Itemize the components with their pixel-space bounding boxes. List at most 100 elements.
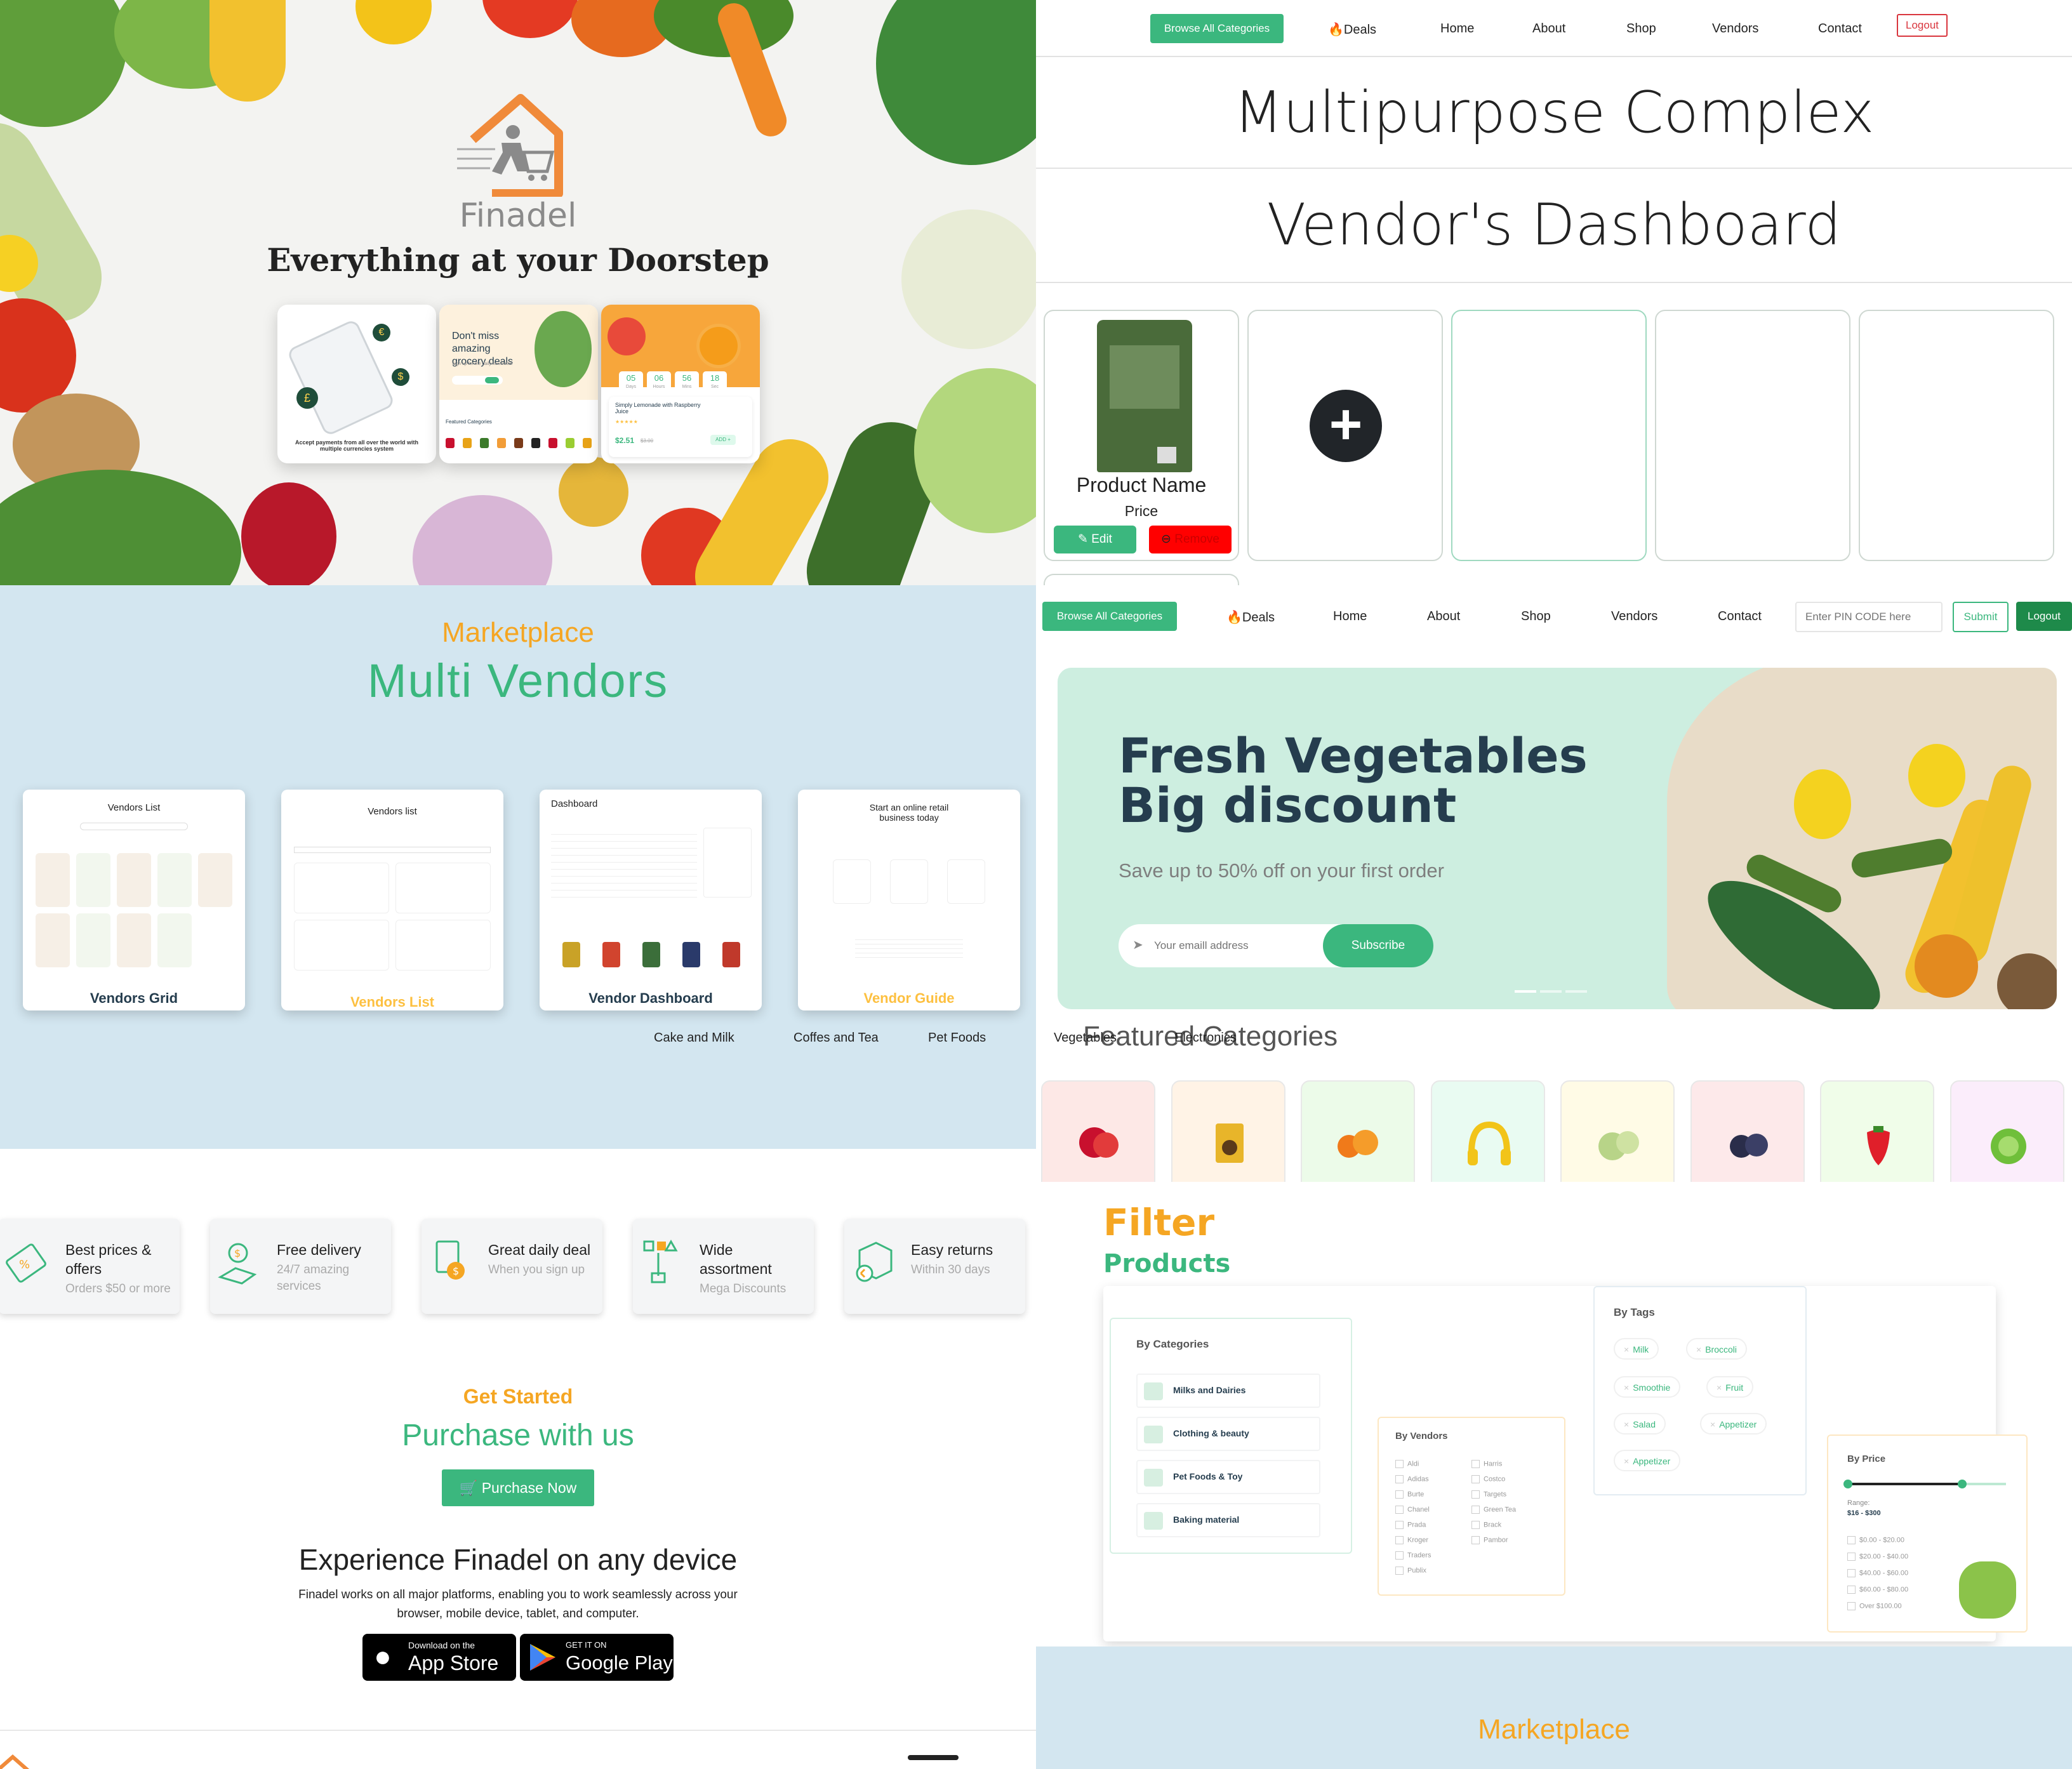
close-icon[interactable]: ×	[1624, 1382, 1629, 1393]
vendor-checkbox[interactable]: Adidas	[1395, 1475, 1429, 1483]
category-tab[interactable]: Pet Foods	[928, 1031, 986, 1045]
by-price-box: By Price Range: $16 - $300 $0.00 - $20.0…	[1827, 1434, 2028, 1633]
price-checkbox[interactable]: Over $100.00	[1847, 1602, 1902, 1610]
email-input[interactable]	[1154, 933, 1306, 958]
logout-button[interactable]: Logout	[1897, 14, 1948, 37]
close-icon[interactable]: ×	[1696, 1344, 1701, 1355]
vendor-checkbox[interactable]: Prada	[1395, 1521, 1426, 1529]
vegetable-image	[0, 0, 127, 127]
browse-categories-button[interactable]: Browse All Categories	[1150, 14, 1284, 43]
newsletter-button[interactable]	[485, 377, 499, 383]
carousel-dots[interactable]	[1515, 990, 1587, 993]
nav-home[interactable]: Home	[1440, 22, 1474, 36]
remove-button[interactable]: ⊖ Remove	[1149, 526, 1232, 553]
vendor-checkbox[interactable]: Costco	[1471, 1475, 1505, 1483]
vendor-checkbox[interactable]: Targets	[1471, 1490, 1506, 1499]
vendor-checkbox[interactable]: Green Tea	[1471, 1506, 1516, 1514]
price-slider-min-handle[interactable]	[1843, 1480, 1852, 1488]
nav-contact[interactable]: Contact	[1818, 22, 1862, 36]
category-filter-item[interactable]: Milks and Dairies	[1136, 1374, 1320, 1408]
logout-button[interactable]: Logout	[2016, 602, 2072, 631]
corn-image	[209, 0, 286, 102]
pound-coin-icon: £	[296, 387, 318, 409]
deal-old-price: $3.00	[641, 438, 654, 444]
submit-button[interactable]: Submit	[1953, 602, 2009, 632]
complex-title: Multipurpose Complex	[1233, 79, 1875, 146]
close-icon[interactable]: ×	[1717, 1382, 1722, 1393]
tag-label: Fruit	[1725, 1382, 1744, 1393]
vendor-checkbox[interactable]: Aldi	[1395, 1460, 1419, 1468]
category-tab[interactable]: Coffes and Tea	[794, 1031, 879, 1045]
add-to-cart-button[interactable]: ADD +	[710, 435, 736, 445]
add-product-card[interactable]: +	[1247, 310, 1443, 561]
nav-deals[interactable]: 🔥Deals	[1328, 22, 1376, 37]
category-tab[interactable]: Electronics	[1174, 1031, 1237, 1045]
cabbage-image	[914, 368, 1036, 533]
vendor-checkbox[interactable]: Burte	[1395, 1490, 1424, 1499]
nav-vendors[interactable]: Vendors	[1611, 609, 1657, 624]
tag-chip[interactable]: × Appetizer	[1614, 1450, 1681, 1471]
vendor-checkbox[interactable]: Brack	[1471, 1521, 1501, 1529]
nav-deals[interactable]: 🔥Deals	[1226, 609, 1275, 625]
nav-about[interactable]: About	[1532, 22, 1565, 36]
category-thumb-icon	[1144, 1512, 1163, 1530]
price-checkbox[interactable]: $0.00 - $20.00	[1847, 1536, 1904, 1544]
nav-shop[interactable]: Shop	[1521, 609, 1551, 624]
footer-icons	[908, 1755, 959, 1760]
google-play-button[interactable]: GET IT ON Google Play	[520, 1634, 674, 1681]
feature-title: Wide assortment	[700, 1240, 772, 1278]
vendor-checkbox[interactable]: Publix	[1395, 1567, 1426, 1575]
vendor-dashboard-card[interactable]: Dashboard Vendor Dashboard	[540, 790, 762, 1010]
close-icon[interactable]: ×	[1624, 1344, 1629, 1355]
close-icon[interactable]: ×	[1710, 1419, 1715, 1429]
vendors-list-card[interactable]: Vendors list Vendors List	[281, 790, 503, 1010]
price-slider-max-handle[interactable]	[1958, 1480, 1967, 1488]
tag-chip[interactable]: × Smoothie	[1614, 1376, 1681, 1398]
edit-button[interactable]: ✎ Edit	[1054, 526, 1136, 553]
vendor-checkbox[interactable]: Pambor	[1471, 1536, 1508, 1544]
feature-title: Easy returns	[911, 1240, 993, 1259]
feature-subtitle: When you sign up	[488, 1262, 585, 1278]
vendors-grid-card[interactable]: Vendors List Vendors Grid	[23, 790, 245, 1010]
range-value: $16 - $300	[1847, 1509, 1881, 1517]
price-checkbox[interactable]: $60.00 - $80.00	[1847, 1586, 1908, 1594]
vendor-checkbox[interactable]: Chanel	[1395, 1506, 1430, 1514]
vendor-checkbox[interactable]: Traders	[1395, 1551, 1431, 1560]
tag-chip[interactable]: × Fruit	[1706, 1376, 1754, 1398]
nav-contact[interactable]: Contact	[1718, 609, 1762, 624]
pin-code-input[interactable]	[1795, 602, 1942, 632]
preview-card-countdown: 05 Days 06 Hours 56 Mins 18 Sec Simply Lemonade…	[601, 305, 760, 463]
category-filter-item[interactable]: Baking material	[1136, 1503, 1320, 1537]
price-checkbox[interactable]: $20.00 - $40.00	[1847, 1553, 1908, 1561]
app-store-button[interactable]: ● Download on the App Store	[362, 1634, 516, 1681]
apple-icon	[1079, 1127, 1119, 1158]
tag-chip[interactable]: × Milk	[1614, 1338, 1659, 1360]
nav-about[interactable]: About	[1427, 609, 1460, 624]
deal-product-card[interactable]: Simply Lemonade with Raspberry Juice ★★★…	[609, 397, 752, 457]
close-icon[interactable]: ×	[1624, 1456, 1629, 1466]
category-filter-item[interactable]: Clothing & beauty	[1136, 1417, 1320, 1451]
nav-home[interactable]: Home	[1333, 609, 1367, 624]
plus-icon[interactable]: +	[1310, 390, 1382, 462]
marketplace-strip: Marketplace	[1036, 1646, 2072, 1769]
category-tab[interactable]: Cake and Milk	[654, 1031, 734, 1045]
filter-panel: By Categories Milks and Dairies Clothing …	[1103, 1286, 2028, 1641]
tag-chip[interactable]: × Appetizer	[1700, 1413, 1767, 1434]
tag-chip[interactable]: × Broccoli	[1686, 1338, 1747, 1360]
vendor-guide-card[interactable]: Start an online retail business today Ve…	[798, 790, 1020, 1010]
price-checkbox[interactable]: $40.00 - $60.00	[1847, 1569, 1908, 1577]
category-filter-item[interactable]: Pet Foods & Toy	[1136, 1460, 1320, 1494]
subscribe-button[interactable]: Subscribe	[1323, 924, 1433, 967]
deals-sub: Sign up for the daily newsletter	[452, 362, 513, 366]
purchase-now-button[interactable]: 🛒 Purchase Now	[442, 1469, 594, 1506]
tag-chip[interactable]: × Salad	[1614, 1413, 1666, 1434]
get-started-kicker: Get Started	[463, 1385, 573, 1408]
nav-vendors[interactable]: Vendors	[1712, 22, 1758, 36]
vendor-checkbox[interactable]: Harris	[1471, 1460, 1502, 1468]
feature-title: Free delivery	[277, 1240, 361, 1259]
browse-categories-button[interactable]: Browse All Categories	[1042, 602, 1177, 631]
vendor-checkbox[interactable]: Kroger	[1395, 1536, 1428, 1544]
close-icon[interactable]: ×	[1624, 1419, 1629, 1429]
category-tab[interactable]: Vegetables	[1054, 1031, 1117, 1045]
nav-shop[interactable]: Shop	[1626, 22, 1656, 36]
